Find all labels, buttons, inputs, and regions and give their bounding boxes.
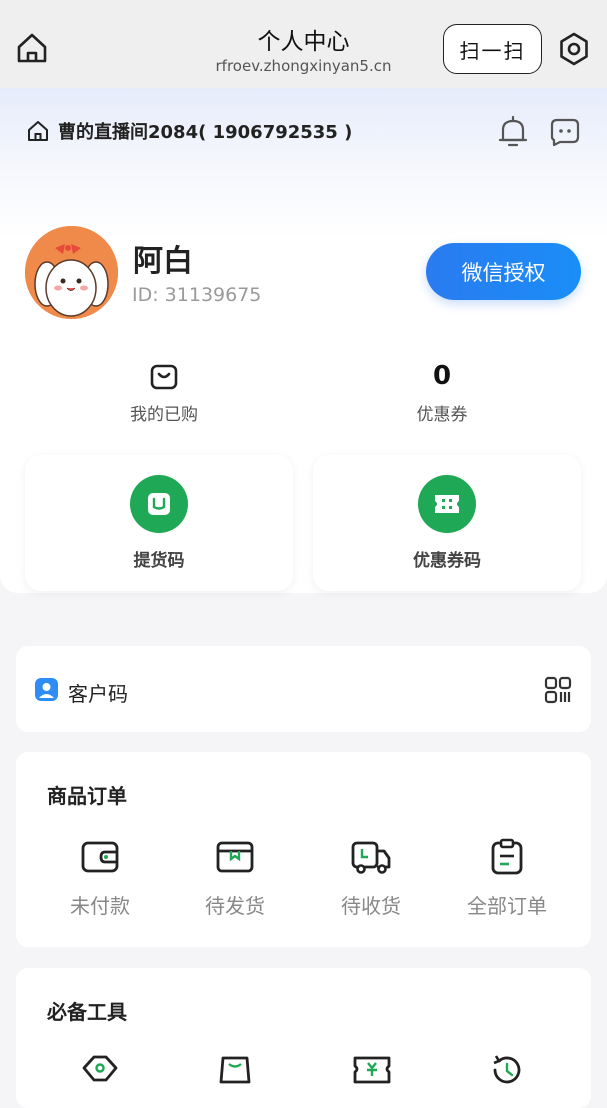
coupons[interactable]: 0 优惠券 [372,360,512,425]
bell-icon[interactable] [497,115,529,149]
home-icon [28,121,48,141]
qr-code-icon[interactable] [544,676,572,704]
customer-code-label: 客户码 [68,682,128,706]
orders-title: 商品订单 [47,784,127,808]
avatar[interactable] [25,226,118,319]
profile-header: 曹的直播间2084( 1906792535 ) 阿白 ID: 31139675 … [0,88,607,593]
live-room-name: 曹的直播间2084( 1906792535 ) [58,122,353,143]
order-to-ship-label: 待发货 [205,894,265,918]
top-bar: 个人中心 rfroev.zhongxinyan5.cn 扫一扫 [0,0,607,88]
tools-title: 必备工具 [47,1000,127,1024]
coupons-label: 优惠券 [416,405,468,425]
package-box-icon [216,841,254,873]
clipboard-icon [491,838,523,875]
message-icon[interactable] [548,117,582,147]
pickup-code-card[interactable]: 提货码 [25,455,293,591]
order-unpaid[interactable]: 未付款 [40,838,160,919]
order-to-receive-label: 待收货 [341,894,401,918]
order-to-receive[interactable]: 待收货 [311,838,431,919]
wallet-icon [81,841,119,873]
coupon-code-icon [435,495,459,513]
pickup-code-label: 提货码 [133,551,185,571]
shopping-bag-icon [150,364,178,390]
pickup-code-icon [148,493,170,515]
coupon-count: 0 [432,361,452,391]
delivery-truck-icon [351,841,391,874]
user-id: ID: 31139675 [132,284,262,306]
bunny-avatar-icon [25,226,118,319]
gear-icon[interactable] [556,31,592,67]
order-to-ship[interactable]: 待发货 [175,838,295,919]
order-all-label: 全部订单 [467,894,547,918]
my-purchases[interactable]: 我的已购 [94,360,234,425]
live-room-row[interactable]: 曹的直播间2084( 1906792535 ) [26,116,352,146]
coupon-code-card[interactable]: 优惠券码 [313,455,581,591]
order-unpaid-label: 未付款 [70,894,130,918]
scan-button[interactable]: 扫一扫 [443,24,542,74]
coupon-code-label: 优惠券码 [413,551,481,571]
my-purchases-label: 我的已购 [130,405,198,425]
wechat-authorize-button[interactable]: 微信授权 [426,243,581,300]
customer-code-row[interactable]: 客户码 [16,646,591,732]
orders-section: 商品订单 未付款 待发货 待收货 全部订单 [16,752,591,947]
order-all[interactable]: 全部订单 [447,838,567,919]
user-name: 阿白 [133,244,193,279]
user-badge-icon [35,678,58,701]
tools-section: 必备工具 [16,968,591,1108]
